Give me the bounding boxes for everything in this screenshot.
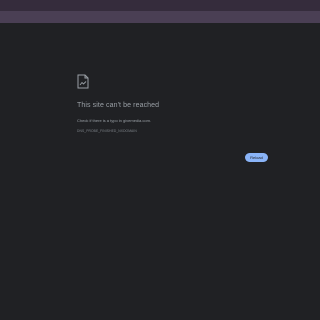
browser-window: This site can't be reached Check if ther… xyxy=(0,0,320,320)
error-page xyxy=(0,23,320,320)
broken-document-icon xyxy=(77,74,89,89)
browser-toolbar xyxy=(0,11,320,23)
error-detail: Check if there is a typo in givemedia.co… xyxy=(77,118,152,123)
error-code: DNS_PROBE_FINISHED_NXDOMAIN xyxy=(77,129,137,133)
error-title: This site can't be reached xyxy=(77,102,160,109)
title-bar xyxy=(0,0,320,11)
reload-button[interactable]: Reload xyxy=(245,153,268,162)
